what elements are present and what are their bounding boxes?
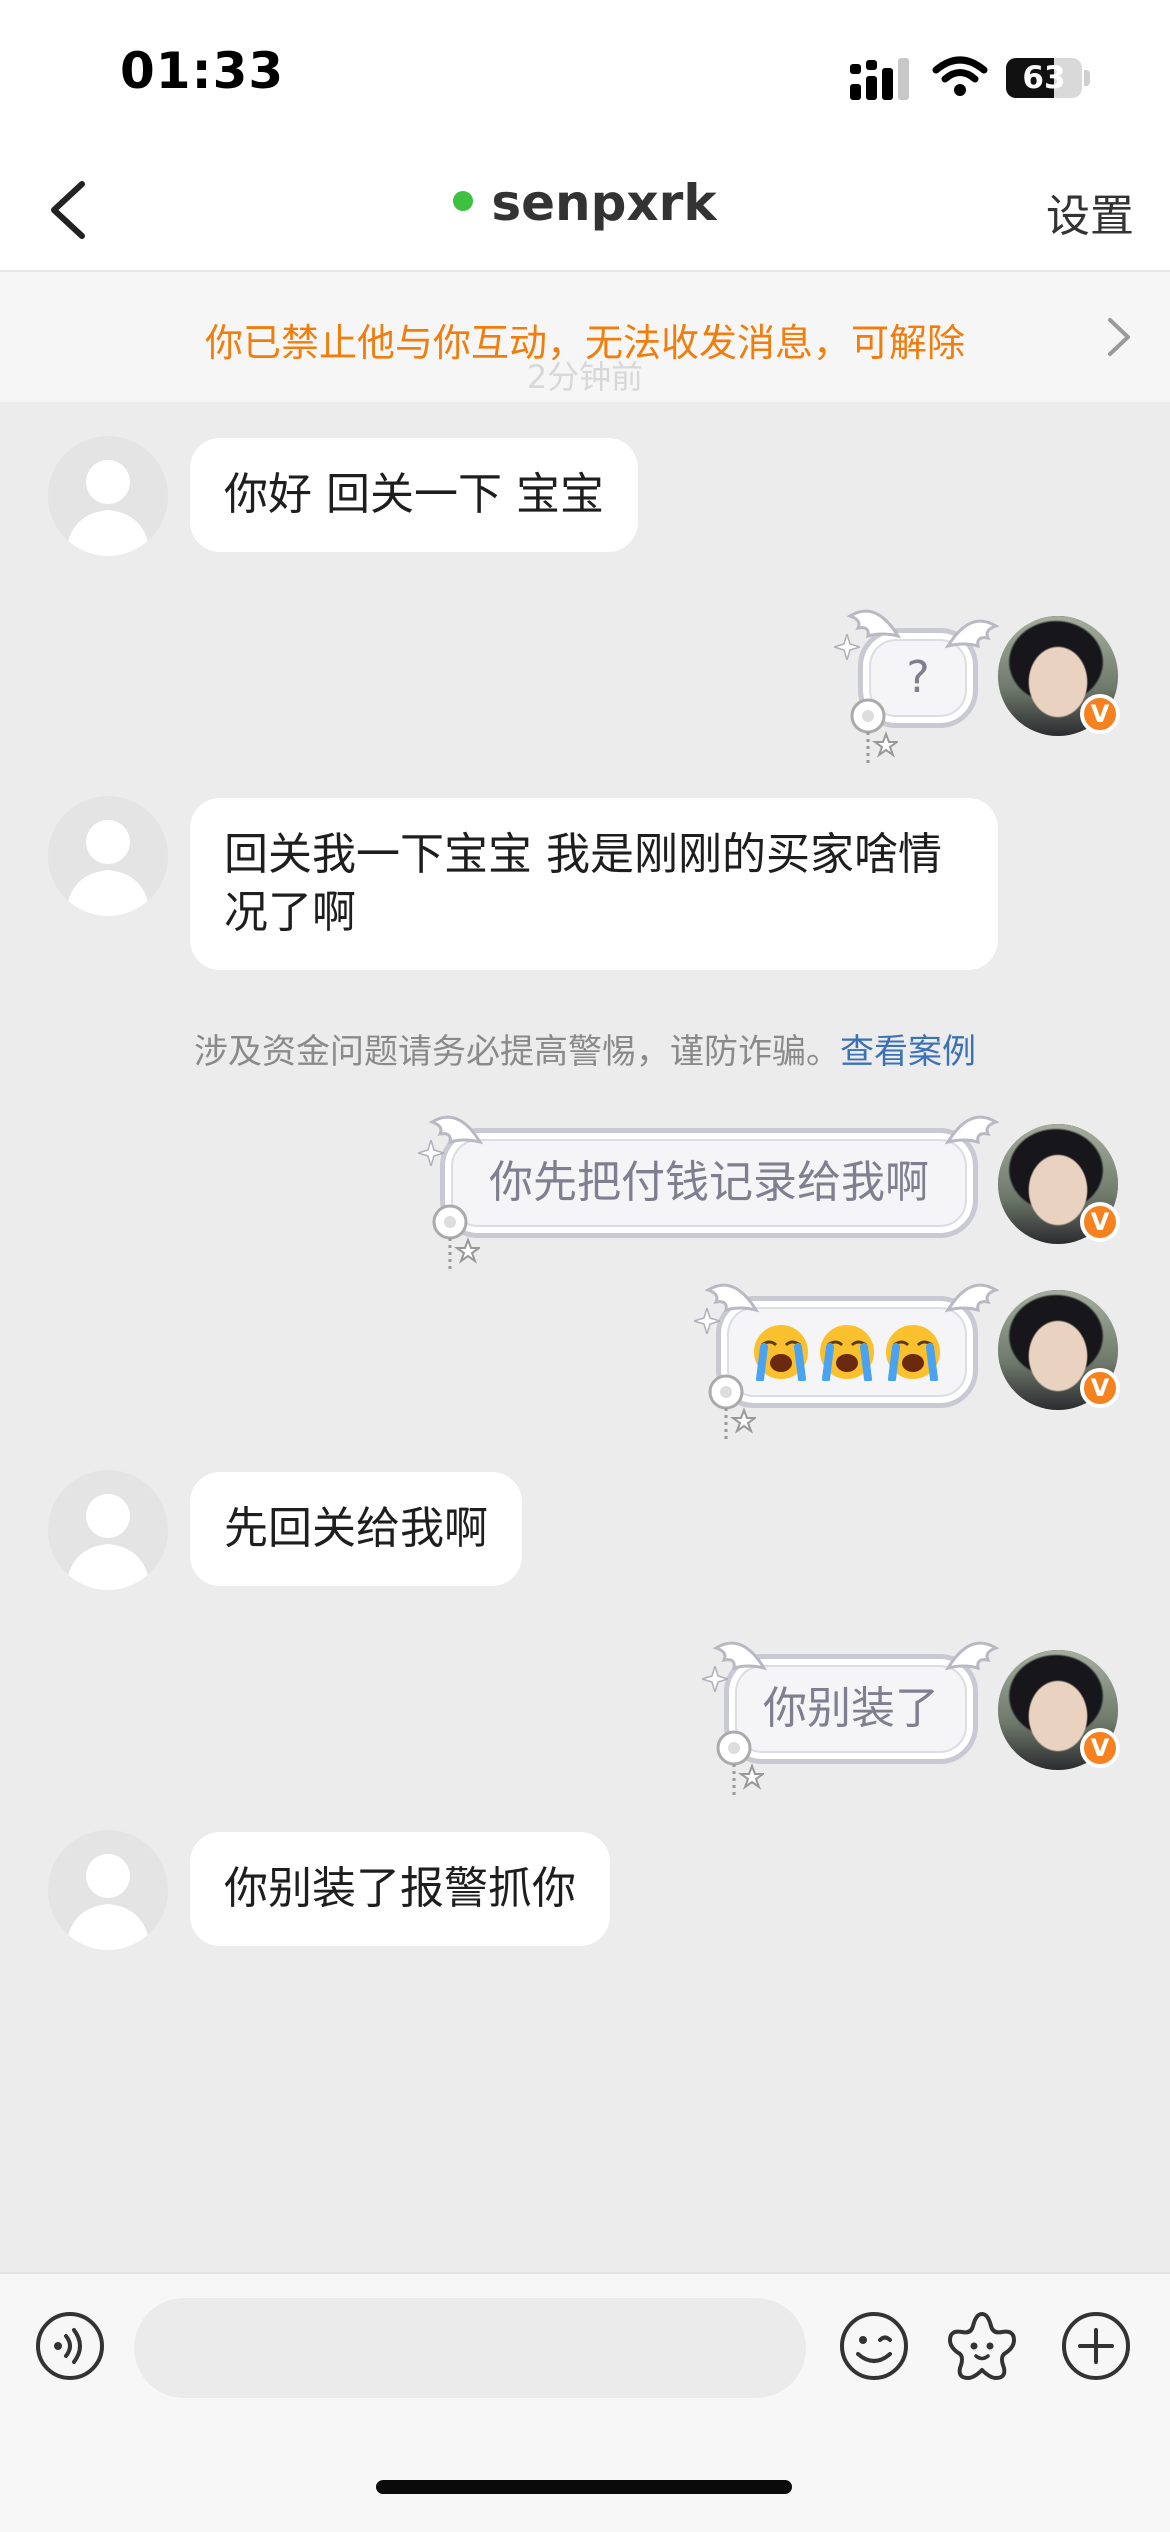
angel-wing-icon (944, 1641, 1000, 1671)
safety-notice: 涉及资金问题请务必提高警惕，谨防诈骗。查看案例 (0, 1024, 1170, 1073)
wifi-icon (932, 56, 988, 96)
status-time: 01:33 (120, 42, 285, 100)
status-bar: 01:33 63 (0, 0, 1170, 150)
home-indicator (376, 2480, 792, 2494)
view-cases-link[interactable]: 查看案例 (840, 1032, 976, 1072)
contact-avatar[interactable] (48, 1830, 168, 1950)
incoming-message-bubble[interactable]: 先回关给我啊 (190, 1472, 522, 1586)
sparkle-icon (418, 1140, 444, 1166)
outgoing-message-text: 你先把付钱记录给我啊 (489, 1157, 929, 1208)
my-avatar[interactable]: V (998, 616, 1120, 736)
loudly-crying-face-icon (754, 1325, 808, 1381)
cellular-signal-icon (850, 58, 909, 100)
contact-name: senpxrk (491, 174, 717, 232)
verified-badge: V (1080, 1368, 1120, 1408)
loudly-crying-face-icon (886, 1325, 940, 1381)
nav-bar: senpxrk 设置 (0, 150, 1170, 272)
message-timestamp: 2分钟前 (526, 358, 644, 396)
incoming-message-bubble[interactable]: 回关我一下宝宝 我是刚刚的买家啥情况了啊 (190, 798, 998, 970)
battery-nub (1084, 70, 1090, 86)
online-status-dot (453, 190, 474, 211)
sparkle-icon (694, 1308, 720, 1334)
incoming-message-bubble[interactable]: 你好 回关一下 宝宝 (190, 438, 638, 552)
my-avatar[interactable]: V (998, 1650, 1120, 1770)
add-more-icon[interactable] (1060, 2310, 1132, 2382)
angel-wing-icon (944, 1115, 1000, 1145)
contact-avatar[interactable] (48, 796, 168, 916)
flower-charm-icon (850, 698, 898, 764)
battery-percentage: 63 (1022, 60, 1066, 96)
angel-wing-icon (944, 1283, 1000, 1313)
emoji-icon[interactable] (838, 2310, 910, 2382)
incoming-message-bubble[interactable]: 你别装了报警抓你 (190, 1832, 610, 1946)
angel-wing-icon (944, 619, 1000, 649)
verified-badge: V (1080, 1202, 1120, 1242)
battery-icon: 63 (1006, 58, 1082, 98)
sparkle-icon (702, 1666, 728, 1692)
outgoing-message-bubble[interactable]: 你先把付钱记录给我啊 (440, 1128, 978, 1238)
flower-charm-icon (716, 1730, 764, 1796)
contact-avatar[interactable] (48, 1470, 168, 1590)
contact-avatar[interactable] (48, 436, 168, 556)
flower-charm-icon (432, 1204, 480, 1270)
verified-badge: V (1080, 1728, 1120, 1768)
flower-charm-icon (708, 1374, 756, 1440)
loudly-crying-face-icon (820, 1325, 874, 1381)
verified-badge: V (1080, 694, 1120, 734)
safety-notice-text: 涉及资金问题请务必提高警惕，谨防诈骗。 (194, 1032, 840, 1072)
sticker-icon[interactable] (944, 2308, 1020, 2384)
message-input[interactable] (134, 2298, 806, 2398)
voice-input-icon[interactable] (34, 2310, 106, 2382)
contact-title[interactable]: senpxrk (0, 174, 1170, 232)
my-avatar[interactable]: V (998, 1124, 1120, 1244)
settings-button[interactable]: 设置 (1046, 180, 1134, 244)
my-avatar[interactable]: V (998, 1290, 1120, 1410)
sparkle-icon (834, 634, 860, 660)
